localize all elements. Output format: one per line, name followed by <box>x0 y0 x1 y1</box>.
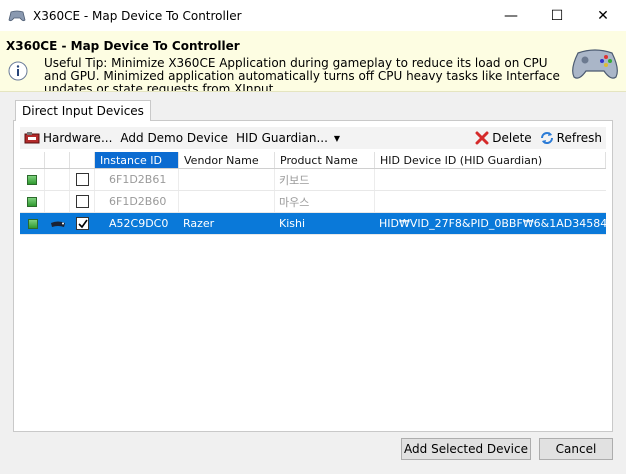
instance-id-cell: 6F1D2B61 <box>95 169 179 190</box>
column-product-name[interactable]: Product Name <box>275 152 375 168</box>
window-title: X360CE - Map Device To Controller <box>33 8 242 23</box>
hid-guardian-dropdown[interactable]: HID Guardian... ▼ <box>232 127 344 149</box>
hid-cell <box>375 169 606 190</box>
product-cell: 키보드 <box>275 169 375 190</box>
dropdown-arrow-icon: ▼ <box>333 133 341 143</box>
column-vendor-name[interactable]: Vendor Name <box>179 152 275 168</box>
icon-column-header <box>45 152 70 168</box>
close-button[interactable]: ✕ <box>580 0 626 31</box>
title-bar: X360CE - Map Device To Controller — ☐ ✕ <box>0 0 626 31</box>
table-row[interactable]: 6F1D2B60 마우스 <box>20 191 606 213</box>
header-title: X360CE - Map Device To Controller <box>6 39 240 53</box>
table-row[interactable]: 6F1D2B61 키보드 <box>20 169 606 191</box>
status-indicator-icon <box>27 196 37 207</box>
delete-x-icon <box>475 131 489 145</box>
add-demo-device-label: Add Demo Device <box>120 131 228 145</box>
hid-guardian-label: HID Guardian... <box>235 131 328 145</box>
tab-direct-input-devices[interactable]: Direct Input Devices <box>15 100 151 121</box>
gamepad-app-icon <box>8 10 26 21</box>
status-indicator-icon <box>27 174 37 185</box>
add-selected-device-button[interactable]: Add Selected Device <box>401 438 531 460</box>
instance-id-cell: 6F1D2B60 <box>95 191 179 212</box>
window-controls: — ☐ ✕ <box>488 0 626 31</box>
vendor-cell <box>179 169 275 190</box>
useful-tip-text: Useful Tip: Minimize X360CE Application … <box>44 56 560 92</box>
status-column-header <box>20 152 45 168</box>
column-instance-id[interactable]: Instance ID <box>95 152 179 168</box>
device-checkbox[interactable] <box>75 173 89 186</box>
header-panel: X360CE - Map Device To Controller Useful… <box>0 31 626 92</box>
devices-table: Instance ID Vendor Name Product Name HID… <box>20 152 606 235</box>
vendor-cell <box>179 191 275 212</box>
hid-cell: HID₩VID_27F8&PID_0BBF₩6&1AD34584&... <box>379 217 606 230</box>
delete-button[interactable]: Delete <box>471 127 535 149</box>
device-checkbox[interactable] <box>75 195 89 208</box>
hardware-icon <box>24 132 40 144</box>
checkmark-icon <box>77 219 88 228</box>
hid-cell <box>375 191 606 212</box>
toolbar: Hardware... Add Demo Device HID Guardian… <box>20 127 606 149</box>
gamepad-icon <box>572 49 618 79</box>
table-row-selected[interactable]: A52C9DC0 Razer Kishi HID₩VID_27F8&PID_0B… <box>20 213 606 235</box>
table-header: Instance ID Vendor Name Product Name HID… <box>20 152 606 169</box>
gamepad-device-icon <box>50 221 65 227</box>
instance-id-cell: A52C9DC0 <box>109 217 169 230</box>
add-demo-device-button[interactable]: Add Demo Device <box>116 127 232 149</box>
refresh-label: Refresh <box>556 131 602 145</box>
refresh-icon <box>540 132 553 144</box>
product-cell: 마우스 <box>275 191 375 212</box>
maximize-button[interactable]: ☐ <box>534 0 580 31</box>
devices-panel: Hardware... Add Demo Device HID Guardian… <box>13 120 613 432</box>
check-column-header <box>70 152 95 168</box>
device-checkbox[interactable] <box>76 217 89 230</box>
delete-label: Delete <box>492 131 532 145</box>
hardware-label: Hardware... <box>43 131 113 145</box>
product-cell: Kishi <box>279 217 306 230</box>
status-indicator-icon <box>27 218 38 229</box>
hardware-button[interactable]: Hardware... <box>20 127 116 149</box>
info-icon <box>8 61 28 81</box>
vendor-cell: Razer <box>183 217 215 230</box>
column-hid-device-id[interactable]: HID Device ID (HID Guardian) <box>375 152 606 168</box>
refresh-button[interactable]: Refresh <box>536 127 606 149</box>
minimize-button[interactable]: — <box>488 0 534 31</box>
cancel-button[interactable]: Cancel <box>539 438 613 460</box>
